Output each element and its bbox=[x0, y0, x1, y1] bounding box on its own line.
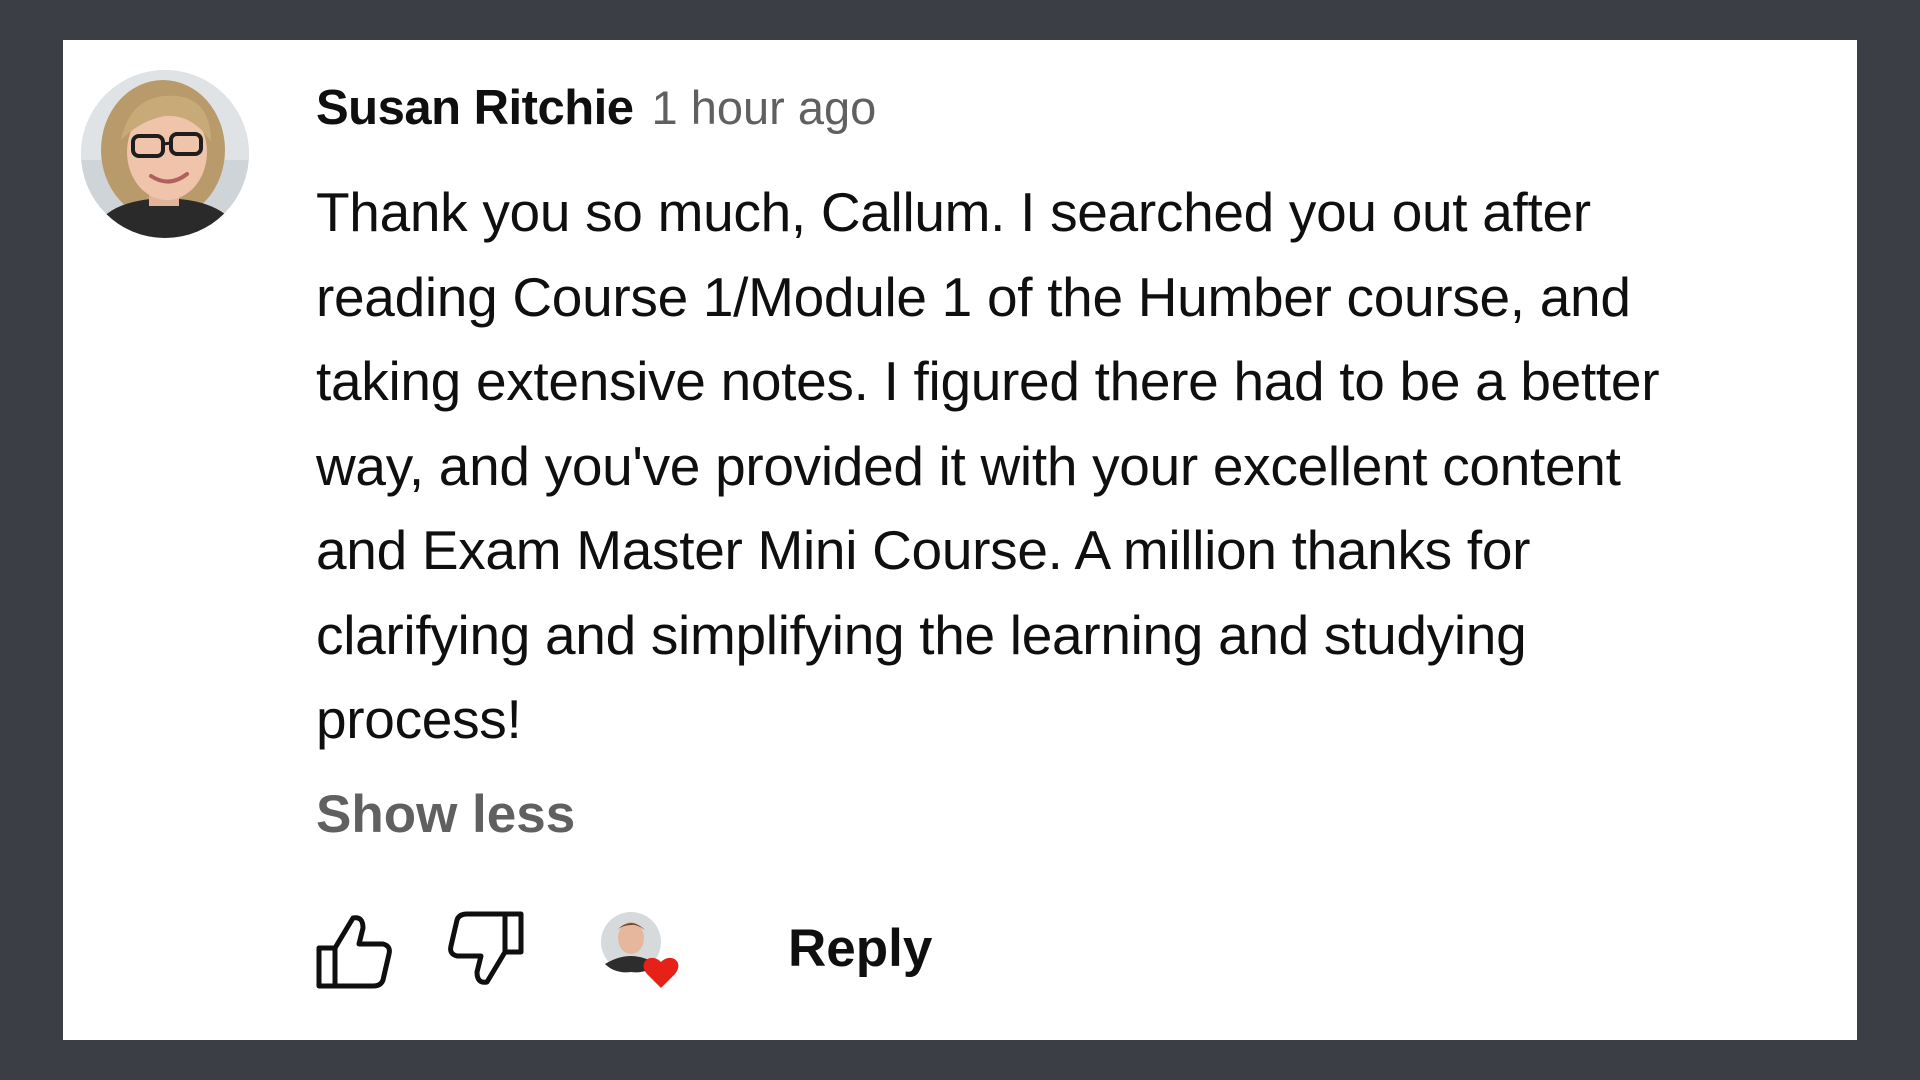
comment-text-line: way, and you've provided it with your ex… bbox=[316, 434, 1621, 497]
author-name[interactable]: Susan Ritchie bbox=[316, 80, 634, 136]
comment-body: Susan Ritchie 1 hour ago Thank you so mu… bbox=[316, 80, 1796, 845]
comment-card: Susan Ritchie 1 hour ago Thank you so mu… bbox=[63, 40, 1857, 1040]
creator-heart-badge bbox=[597, 908, 687, 998]
comment-timestamp[interactable]: 1 hour ago bbox=[652, 80, 877, 135]
comment-header: Susan Ritchie 1 hour ago bbox=[316, 80, 1796, 140]
comment-text-line: taking extensive notes. I figured there … bbox=[316, 350, 1660, 412]
dislike-button[interactable] bbox=[445, 908, 529, 992]
creator-heart-icon bbox=[601, 912, 679, 988]
author-avatar[interactable] bbox=[81, 70, 249, 238]
thumbs-up-icon bbox=[316, 915, 392, 989]
comment-text-line: Thank you so much, Callum. I searched yo… bbox=[316, 181, 1591, 243]
comment-text-line: and Exam Master Mini Course. A million t… bbox=[316, 519, 1531, 581]
comment-text-line: reading Course 1/Module 1 of the Humber … bbox=[316, 265, 1631, 328]
reply-button[interactable]: Reply bbox=[788, 918, 932, 979]
like-button[interactable] bbox=[311, 908, 395, 992]
comment-text-line: process! bbox=[316, 688, 522, 750]
comment-text-line: clarifying and simplifying the learning … bbox=[316, 603, 1527, 666]
thumbs-down-icon bbox=[448, 911, 524, 985]
comment-actions: Reply bbox=[311, 908, 1011, 992]
show-less-button[interactable]: Show less bbox=[316, 784, 575, 845]
comment-text: Thank you so much, Callum. I searched yo… bbox=[316, 170, 1786, 762]
